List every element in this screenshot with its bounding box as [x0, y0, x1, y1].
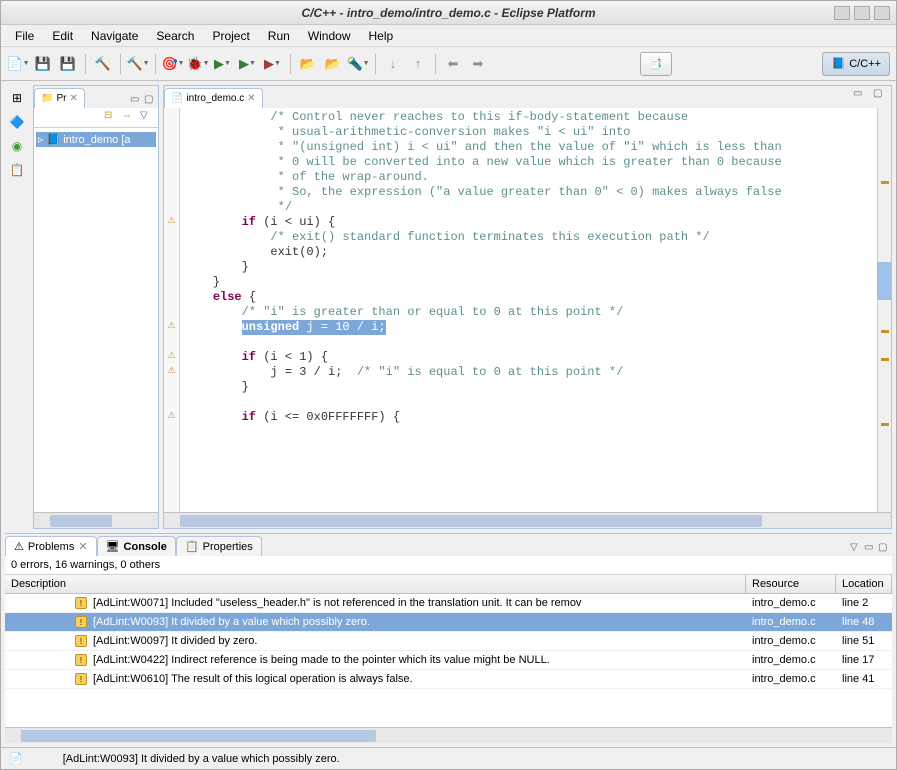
project-explorer-tab[interactable]: 📁 Pr ✕	[34, 88, 85, 108]
annotation-ruler[interactable]: ⚠⚠⚠⚠⚠	[164, 108, 180, 512]
main-toolbar: 📄▼ 💾 💾 🔨 🔨▼ 🎯▼ 🐞▼ ▶▼ ▶▼ ▶▼ 📂 📂 🔦▼ ↓ ↑ ⬅ …	[1, 47, 896, 81]
new-button[interactable]: 📄▼	[7, 53, 29, 75]
profile-button[interactable]: ▶▼	[262, 53, 284, 75]
table-row[interactable]: ![AdLint:W0422] Indirect reference is be…	[5, 651, 892, 670]
table-row[interactable]: ![AdLint:W0097] It divided by zero.intro…	[5, 632, 892, 651]
properties-tab[interactable]: 📋 Properties	[176, 536, 262, 556]
warning-icon: !	[75, 654, 87, 666]
external-tools-button[interactable]: ▶▼	[237, 53, 259, 75]
table-row[interactable]: ![AdLint:W0093] It divided by a value wh…	[5, 613, 892, 632]
back-button[interactable]: ⬅	[442, 53, 464, 75]
search-button[interactable]: 🔦▼	[347, 53, 369, 75]
warning-icon: !	[75, 673, 87, 685]
minimize-icon[interactable]: ▭	[853, 88, 867, 102]
h-scrollbar[interactable]	[34, 512, 158, 528]
editor-h-scrollbar[interactable]	[164, 512, 891, 528]
window-title: C/C++ - intro_demo/intro_demo.c - Eclips…	[301, 6, 595, 20]
menu-help[interactable]: Help	[361, 27, 402, 45]
status-text: [AdLint:W0093] It divided by a value whi…	[63, 753, 340, 765]
menu-icon[interactable]: ▽	[140, 110, 154, 124]
tasks-icon[interactable]: 📋	[8, 161, 26, 179]
table-header[interactable]: Description Resource Location	[5, 575, 892, 594]
editor-tab[interactable]: 📄 intro_demo.c ✕	[164, 88, 263, 108]
col-resource[interactable]: Resource	[746, 575, 836, 593]
perspective-cpp[interactable]: 📘 C/C++	[822, 52, 890, 76]
problems-summary: 0 errors, 16 warnings, 0 others	[5, 556, 892, 575]
restore-icon[interactable]: ⊞	[8, 89, 26, 107]
warning-icon: !	[75, 616, 87, 628]
forward-button[interactable]: ➡	[467, 53, 489, 75]
menu-window[interactable]: Window	[300, 27, 359, 45]
problems-panel: ⚠ Problems ✕ 🖥 Console 📋 Properties ▽ ▭ …	[5, 533, 892, 743]
warning-icon: !	[75, 597, 87, 609]
menu-edit[interactable]: Edit	[44, 27, 81, 45]
make-targets-icon[interactable]: ◉	[8, 137, 26, 155]
project-icon: 📘	[47, 133, 61, 146]
save-button[interactable]: 💾	[32, 53, 54, 75]
overview-ruler[interactable]	[877, 108, 891, 512]
menu-search[interactable]: Search	[148, 27, 202, 45]
target-button[interactable]: 🎯▼	[162, 53, 184, 75]
maximize-button[interactable]	[854, 6, 870, 20]
menu-run[interactable]: Run	[260, 27, 298, 45]
editor-panel: 📄 intro_demo.c ✕ ▭ ▢ ⚠⚠⚠⚠⚠ /* Control ne…	[163, 85, 892, 529]
maximize-icon[interactable]: ▢	[144, 94, 158, 108]
warning-icon: !	[75, 635, 87, 647]
close-icon[interactable]: ✕	[69, 93, 77, 104]
menu-navigate[interactable]: Navigate	[83, 27, 146, 45]
table-row[interactable]: ![AdLint:W0071] Included "useless_header…	[5, 594, 892, 613]
col-description[interactable]: Description	[5, 575, 746, 593]
next-annotation-button[interactable]: ↓	[382, 53, 404, 75]
menubar: FileEditNavigateSearchProjectRunWindowHe…	[1, 25, 896, 47]
close-button[interactable]	[874, 6, 890, 20]
problems-tab[interactable]: ⚠ Problems ✕	[5, 536, 97, 556]
expand-icon[interactable]: ▹	[38, 133, 44, 146]
view-strip: ⊞ 🔷 ◉ 📋	[5, 85, 29, 529]
outline-icon[interactable]: 🔷	[8, 113, 26, 131]
code-editor[interactable]: /* Control never reaches to this if-body…	[180, 108, 877, 512]
maximize-icon[interactable]: ▢	[873, 88, 887, 102]
minimize-icon[interactable]: ▭	[130, 94, 144, 108]
minimize-button[interactable]	[834, 6, 850, 20]
open-type-button[interactable]: 📂	[297, 53, 319, 75]
hammer-button[interactable]: 🔨▼	[127, 53, 149, 75]
view-menu-icon[interactable]: ▽	[850, 542, 864, 556]
link-icon[interactable]: ⇔	[122, 110, 136, 124]
problems-h-scrollbar[interactable]	[5, 727, 892, 743]
status-icon: 📄	[9, 752, 23, 765]
col-location[interactable]: Location	[836, 575, 892, 593]
menu-file[interactable]: File	[7, 27, 42, 45]
run-button[interactable]: ▶▼	[212, 53, 234, 75]
prev-annotation-button[interactable]: ↑	[407, 53, 429, 75]
maximize-icon[interactable]: ▢	[878, 542, 892, 556]
minimize-icon[interactable]: ▭	[864, 542, 878, 556]
console-tab[interactable]: 🖥 Console	[97, 536, 176, 556]
build-button[interactable]: 🔨	[92, 53, 114, 75]
tree-root-item[interactable]: ▹ 📘 intro_demo [a	[36, 132, 156, 147]
titlebar: C/C++ - intro_demo/intro_demo.c - Eclips…	[1, 1, 896, 25]
project-explorer-panel: 📁 Pr ✕ ▭ ▢ ⊟ ⇔ ▽ ▹ 📘 intro_demo [a	[33, 85, 159, 529]
collapse-icon[interactable]: ⊟	[104, 110, 118, 124]
status-bar: 📄 [AdLint:W0093] It divided by a value w…	[1, 747, 896, 769]
menu-project[interactable]: Project	[204, 27, 257, 45]
close-icon[interactable]: ✕	[78, 540, 87, 553]
open-task-button[interactable]: 📂	[322, 53, 344, 75]
debug-button[interactable]: 🐞▼	[187, 53, 209, 75]
open-perspective-button[interactable]: 📑	[640, 52, 672, 76]
close-icon[interactable]: ✕	[247, 93, 255, 104]
save-all-button[interactable]: 💾	[57, 53, 79, 75]
table-row[interactable]: ![AdLint:W0610] The result of this logic…	[5, 670, 892, 689]
